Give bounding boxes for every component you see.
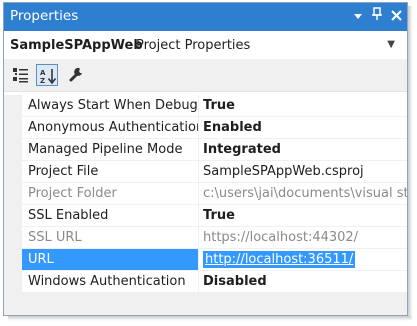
property-row-anonymous-auth[interactable]: Anonymous Authentication Enabled (4, 117, 407, 139)
wrench-icon (69, 67, 82, 82)
property-row-url[interactable]: URL http://localhost:36511/ (4, 249, 407, 271)
property-name: Always Start When Debugging (22, 95, 198, 117)
row-gutter (4, 95, 22, 117)
property-value[interactable]: SampleSPAppWeb.csproj (199, 161, 407, 183)
property-name: Project Folder (22, 183, 198, 205)
grid-empty-area (4, 293, 407, 315)
properties-panel: Properties SampleSPAppWeb Project Proper… (3, 2, 408, 316)
row-gutter (4, 271, 22, 293)
panel-title: Properties (10, 8, 79, 24)
property-pages-button[interactable] (66, 64, 88, 86)
property-row-project-folder[interactable]: Project Folder c:\users\jai\documents\vi… (4, 183, 407, 205)
property-value[interactable]: https://localhost:44302/ (199, 227, 407, 249)
property-name: URL (22, 249, 198, 271)
property-value[interactable]: Disabled (199, 271, 407, 293)
properties-toolbar: A Z (4, 59, 407, 92)
row-gutter (4, 117, 22, 139)
window-shadow-right (408, 6, 413, 320)
dropdown-arrow-icon[interactable] (349, 7, 367, 27)
row-gutter (4, 249, 22, 271)
property-value[interactable]: True (199, 205, 407, 227)
property-name: Windows Authentication (22, 271, 198, 293)
row-gutter (4, 139, 22, 161)
close-icon[interactable] (387, 7, 405, 27)
property-row-ssl-url[interactable]: SSL URL https://localhost:44302/ (4, 227, 407, 249)
property-name: Project File (22, 161, 198, 183)
svg-text:Z: Z (40, 77, 45, 85)
property-value[interactable]: http://localhost:36511/ (203, 251, 356, 268)
row-gutter (4, 161, 22, 183)
row-gutter (4, 183, 22, 205)
svg-text:A: A (40, 69, 46, 77)
property-row-project-file[interactable]: Project File SampleSPAppWeb.csproj (4, 161, 407, 183)
object-type: Project Properties (136, 38, 251, 53)
property-value[interactable]: c:\users\jai\documents\visual studio (199, 183, 407, 205)
alphabetical-button[interactable]: A Z (36, 64, 58, 86)
property-row-windows-auth[interactable]: Windows Authentication Disabled (4, 271, 407, 293)
property-value-cell[interactable]: http://localhost:36511/ (199, 249, 407, 271)
row-gutter (4, 205, 22, 227)
window-shadow-bottom (8, 316, 411, 321)
property-value[interactable]: Integrated (199, 139, 407, 161)
property-value[interactable]: Enabled (199, 117, 407, 139)
row-gutter (4, 227, 22, 249)
property-row-pipeline-mode[interactable]: Managed Pipeline Mode Integrated (4, 139, 407, 161)
chevron-down-icon[interactable]: ▼ (387, 39, 395, 50)
property-name: Managed Pipeline Mode (22, 139, 198, 161)
property-value[interactable]: True (199, 95, 407, 117)
property-row-ssl-enabled[interactable]: SSL Enabled True (4, 205, 407, 227)
object-selector[interactable]: SampleSPAppWeb Project Properties ▼ (4, 31, 407, 60)
categorized-button[interactable] (10, 64, 32, 86)
property-name: SSL Enabled (22, 205, 198, 227)
object-name: SampleSPAppWeb (10, 38, 143, 53)
property-name: SSL URL (22, 227, 198, 249)
property-row-always-start[interactable]: Always Start When Debugging True (4, 95, 407, 117)
property-grid: Always Start When Debugging True Anonymo… (4, 95, 407, 293)
categorized-icon (13, 68, 28, 83)
alphabetical-icon: A Z (40, 69, 57, 85)
pin-icon[interactable] (368, 7, 386, 27)
property-name: Anonymous Authentication (22, 117, 198, 139)
panel-titlebar[interactable]: Properties (4, 3, 407, 31)
